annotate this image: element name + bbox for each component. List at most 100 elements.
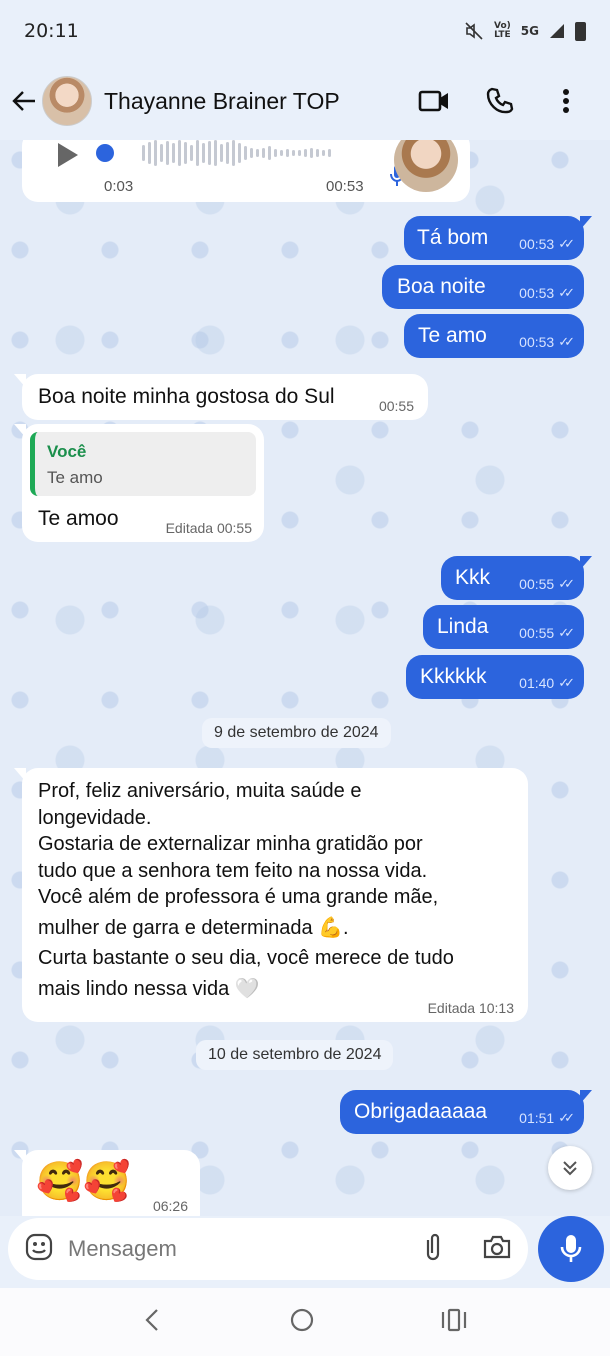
double-check-icon: ✓✓ <box>558 334 575 349</box>
message-outgoing[interactable]: Te amo 00:53 ✓✓ <box>404 314 584 358</box>
play-button[interactable] <box>52 140 82 175</box>
message-meta: 01:51 ✓✓ <box>519 1110 575 1126</box>
message-meta: Editada 10:13 <box>428 1000 514 1016</box>
quoted-message[interactable]: Você Te amo <box>30 432 256 496</box>
message-meta: 00:55 ✓✓ <box>519 625 575 641</box>
message-composer <box>8 1218 528 1280</box>
microphone-icon <box>560 1235 582 1262</box>
message-line: mulher de garra e determinada 💪. <box>38 916 349 939</box>
message-time: 00:53 <box>519 285 555 301</box>
recents-icon <box>441 1308 467 1332</box>
message-line: Você além de professora é uma grande mãe… <box>38 886 439 908</box>
message-line: mais lindo nessa vida 🤍 <box>38 977 260 1000</box>
contact-avatar[interactable] <box>42 76 92 126</box>
home-circle-icon <box>290 1308 314 1332</box>
message-outgoing[interactable]: Linda 00:55 ✓✓ <box>423 605 584 649</box>
message-meta: Editada 00:55 <box>166 520 252 536</box>
chevrons-down-icon <box>563 1161 577 1176</box>
nav-home-button[interactable] <box>289 1307 315 1337</box>
message-incoming[interactable]: 🥰🥰 06:26 <box>14 1150 200 1216</box>
message-text: Obrigadaaaaa <box>354 1100 488 1123</box>
paperclip-icon <box>426 1233 440 1261</box>
phone-icon <box>486 87 514 114</box>
status-time: 20:11 <box>24 20 79 42</box>
video-call-button[interactable] <box>418 85 450 117</box>
message-meta: 00:55 <box>379 398 414 414</box>
message-time: 00:55 <box>378 398 414 414</box>
message-line: Gostaria de externalizar minha gratidão … <box>38 833 423 855</box>
message-time: Editada 10:13 <box>427 1000 514 1016</box>
message-meta: 00:53 ✓✓ <box>519 285 575 301</box>
message-meta: 00:53 ✓✓ <box>519 236 575 252</box>
play-icon <box>58 143 78 167</box>
message-text: Boa noite minha gostosa do Sul <box>38 385 335 408</box>
message-text: Boa noite <box>397 275 486 298</box>
message-text: Linda <box>437 615 489 638</box>
audio-time: 00:53 <box>326 178 364 195</box>
message-outgoing[interactable]: Tá bom 00:53 ✓✓ <box>404 216 592 260</box>
status-bar: 20:11 Vo) LTE 5G <box>0 0 610 62</box>
date-separator: 9 de setembro de 2024 <box>202 718 391 748</box>
message-input[interactable] <box>68 1236 388 1262</box>
message-text: Kkkkkk <box>420 665 487 688</box>
chat-header: Thayanne Brainer TOP <box>0 62 610 140</box>
voice-call-button[interactable] <box>484 85 516 117</box>
message-time: 06:26 <box>152 1198 188 1214</box>
message-incoming[interactable]: Prof, feliz aniversário, muita saúde e l… <box>14 768 528 1022</box>
message-outgoing[interactable]: Boa noite 00:53 ✓✓ <box>382 265 584 309</box>
date-separator: 10 de setembro de 2024 <box>196 1040 394 1070</box>
message-outgoing[interactable]: Kkkkkk 01:40 ✓✓ <box>406 655 584 699</box>
message-meta: 06:26 <box>153 1198 188 1214</box>
quoted-author: Você <box>47 442 87 461</box>
double-check-icon: ✓✓ <box>558 1110 575 1125</box>
message-incoming-reply[interactable]: Você Te amo Te amoo Editada 00:55 <box>14 424 264 542</box>
contact-name[interactable]: Thayanne Brainer TOP <box>104 88 340 115</box>
emoji-button[interactable] <box>24 1232 54 1266</box>
emoji-icon <box>25 1233 53 1261</box>
message-text-block: Prof, feliz aniversário, muita saúde e l… <box>38 778 454 1002</box>
message-text: Kkk <box>455 566 491 589</box>
audio-waveform[interactable] <box>142 140 331 166</box>
more-options-button[interactable] <box>550 85 582 117</box>
message-line: longevidade. <box>38 806 152 829</box>
message-text: Te amo <box>418 324 487 347</box>
message-time: 00:53 <box>519 236 555 252</box>
message-meta: 00:55 ✓✓ <box>519 576 575 592</box>
message-time: 01:40 <box>519 675 555 691</box>
audio-elapsed: 0:03 <box>104 178 134 195</box>
message-outgoing[interactable]: Kkk 00:55 ✓✓ <box>441 556 592 600</box>
more-vertical-icon <box>563 89 569 113</box>
chat-area[interactable]: 0:03 00:53 Tá bom 00:53 ✓✓ Boa noite 00:… <box>0 140 610 1216</box>
message-meta: 00:53 ✓✓ <box>519 334 575 350</box>
camera-icon <box>483 1235 511 1259</box>
video-camera-icon <box>418 90 448 112</box>
message-incoming[interactable]: Boa noite minha gostosa do Sul 00:55 <box>14 374 428 420</box>
message-meta: 01:40 ✓✓ <box>519 675 575 691</box>
back-button[interactable] <box>10 81 38 121</box>
message-outgoing[interactable]: Obrigadaaaaa 01:51 ✓✓ <box>340 1090 592 1134</box>
message-line: Prof, feliz aniversário, muita saúde e <box>38 780 362 802</box>
scroll-to-bottom-button[interactable] <box>548 1146 592 1190</box>
audio-seek-dot[interactable] <box>96 144 114 162</box>
quoted-text: Te amo <box>47 468 103 487</box>
message-time: 00:55 <box>519 625 555 641</box>
network-type: 5G <box>520 24 539 38</box>
nav-recents-button[interactable] <box>441 1308 467 1336</box>
attach-button[interactable] <box>420 1232 446 1266</box>
nav-back-button[interactable] <box>143 1308 163 1336</box>
camera-button[interactable] <box>482 1234 512 1264</box>
double-check-icon: ✓✓ <box>558 236 575 251</box>
message-time: 00:53 <box>519 334 555 350</box>
message-text: Te amoo <box>38 507 119 530</box>
message-line: Curta bastante o seu dia, você merece de… <box>38 947 454 969</box>
message-text: Tá bom <box>417 226 489 249</box>
battery-icon <box>575 21 586 41</box>
message-text: 🥰🥰 <box>36 1161 131 1203</box>
mute-icon <box>465 22 483 40</box>
volte-indicator: Vo) LTE <box>494 22 511 40</box>
status-icons: Vo) LTE 5G <box>464 21 586 41</box>
chevron-left-icon <box>145 1309 158 1331</box>
message-time: 01:51 <box>519 1110 555 1126</box>
arrow-left-icon <box>12 91 35 111</box>
voice-record-button[interactable] <box>538 1216 604 1282</box>
